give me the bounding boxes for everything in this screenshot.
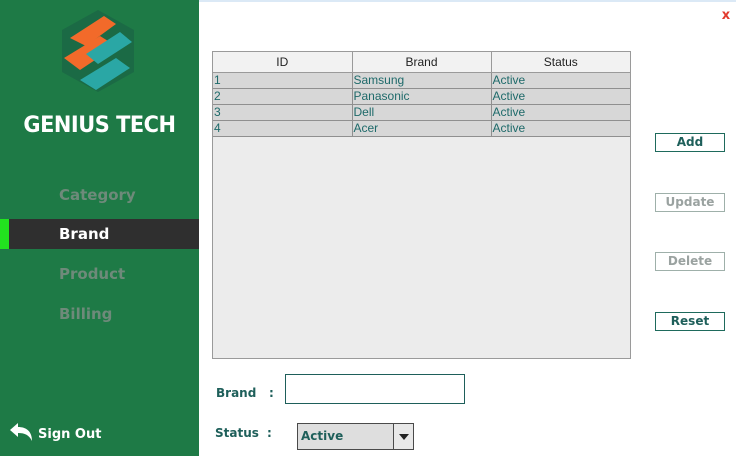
- window-top-border: [199, 0, 736, 2]
- cell-id: 3: [213, 104, 353, 121]
- table-row[interactable]: 4 Acer Active: [213, 120, 630, 137]
- status-field-colon: :: [267, 426, 272, 440]
- status-field-label: Status: [215, 426, 259, 440]
- sidebar-item-product[interactable]: Product: [0, 259, 199, 289]
- cell-id: 1: [213, 72, 353, 89]
- cell-status: Active: [491, 72, 630, 89]
- add-button[interactable]: Add: [655, 133, 725, 152]
- table-row[interactable]: 1 Samsung Active: [213, 72, 630, 89]
- undo-arrow-icon: [8, 422, 38, 446]
- cell-id: 2: [213, 88, 353, 105]
- cell-status: Active: [491, 88, 630, 105]
- status-select-value: Active: [301, 429, 344, 443]
- sign-out-label: Sign Out: [38, 426, 102, 442]
- sidebar: GENIUS TECH Category Brand Product Billi…: [0, 0, 199, 456]
- update-button[interactable]: Update: [655, 193, 725, 212]
- app-name: GENIUS TECH: [23, 113, 176, 138]
- sidebar-item-billing[interactable]: Billing: [0, 299, 199, 329]
- cell-brand: Samsung: [352, 72, 492, 89]
- cell-status: Active: [491, 104, 630, 121]
- table-row[interactable]: 3 Dell Active: [213, 104, 630, 121]
- cell-id: 4: [213, 120, 353, 137]
- chevron-down-icon[interactable]: [393, 424, 413, 449]
- brand-input[interactable]: [285, 374, 465, 404]
- delete-button[interactable]: Delete: [655, 252, 725, 271]
- column-header-brand[interactable]: Brand: [352, 52, 492, 73]
- reset-button[interactable]: Reset: [655, 312, 725, 331]
- sidebar-item-brand[interactable]: Brand: [0, 219, 199, 249]
- hexagon-swirl-logo-icon: [56, 8, 140, 94]
- close-icon[interactable]: x: [719, 8, 733, 24]
- cell-brand: Acer: [352, 120, 492, 137]
- cell-status: Active: [491, 120, 630, 137]
- brand-field-colon: :: [269, 386, 274, 400]
- sign-out-button[interactable]: Sign Out: [8, 420, 101, 448]
- cell-brand: Dell: [352, 104, 492, 121]
- brand-table[interactable]: ID Brand Status 1 Samsung Active 2 Panas…: [212, 51, 631, 359]
- brand-field-label: Brand: [216, 386, 257, 400]
- cell-brand: Panasonic: [352, 88, 492, 105]
- column-header-id[interactable]: ID: [213, 52, 353, 73]
- status-select[interactable]: Active: [297, 423, 414, 450]
- table-row[interactable]: 2 Panasonic Active: [213, 88, 630, 105]
- table-header-row: ID Brand Status: [213, 52, 630, 73]
- column-header-status[interactable]: Status: [491, 52, 630, 73]
- sidebar-item-category[interactable]: Category: [0, 180, 199, 210]
